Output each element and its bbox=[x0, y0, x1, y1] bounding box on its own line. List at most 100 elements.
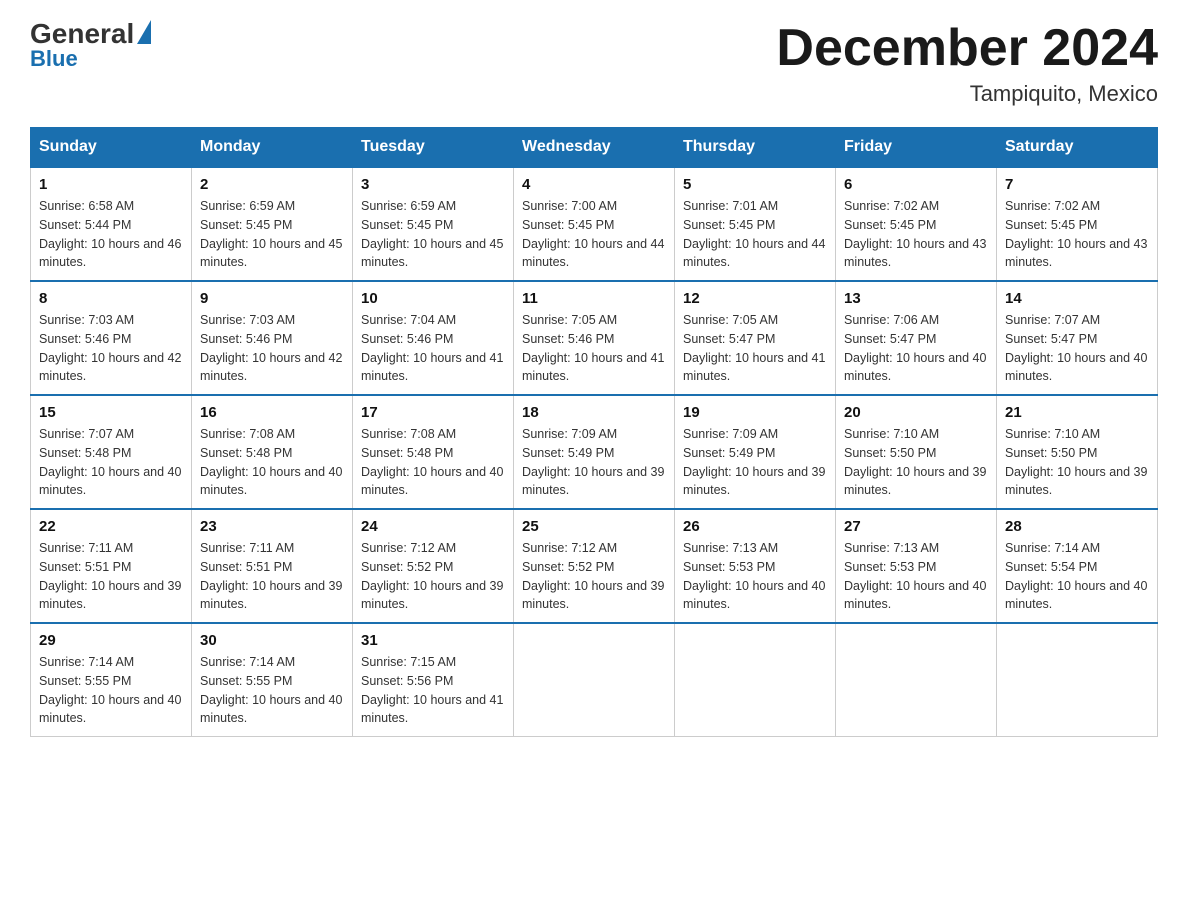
table-row: 7 Sunrise: 7:02 AM Sunset: 5:45 PM Dayli… bbox=[997, 167, 1158, 281]
day-number: 14 bbox=[1005, 290, 1149, 307]
day-number: 29 bbox=[39, 632, 183, 649]
day-number: 20 bbox=[844, 404, 988, 421]
day-info: Sunrise: 7:09 AM Sunset: 5:49 PM Dayligh… bbox=[683, 425, 827, 500]
calendar-header-row: Sunday Monday Tuesday Wednesday Thursday… bbox=[31, 128, 1158, 168]
table-row: 6 Sunrise: 7:02 AM Sunset: 5:45 PM Dayli… bbox=[836, 167, 997, 281]
day-number: 30 bbox=[200, 632, 344, 649]
day-info: Sunrise: 7:11 AM Sunset: 5:51 PM Dayligh… bbox=[39, 539, 183, 614]
day-info: Sunrise: 7:05 AM Sunset: 5:47 PM Dayligh… bbox=[683, 311, 827, 386]
day-number: 21 bbox=[1005, 404, 1149, 421]
table-row: 9 Sunrise: 7:03 AM Sunset: 5:46 PM Dayli… bbox=[192, 281, 353, 395]
table-row: 12 Sunrise: 7:05 AM Sunset: 5:47 PM Dayl… bbox=[675, 281, 836, 395]
day-number: 31 bbox=[361, 632, 505, 649]
page-header: General Blue December 2024 Tampiquito, M… bbox=[30, 20, 1158, 107]
table-row: 19 Sunrise: 7:09 AM Sunset: 5:49 PM Dayl… bbox=[675, 395, 836, 509]
day-info: Sunrise: 7:08 AM Sunset: 5:48 PM Dayligh… bbox=[200, 425, 344, 500]
day-info: Sunrise: 7:03 AM Sunset: 5:46 PM Dayligh… bbox=[39, 311, 183, 386]
day-info: Sunrise: 7:13 AM Sunset: 5:53 PM Dayligh… bbox=[844, 539, 988, 614]
month-year-title: December 2024 bbox=[776, 20, 1158, 77]
table-row bbox=[675, 623, 836, 737]
table-row: 2 Sunrise: 6:59 AM Sunset: 5:45 PM Dayli… bbox=[192, 167, 353, 281]
table-row bbox=[836, 623, 997, 737]
day-number: 15 bbox=[39, 404, 183, 421]
day-number: 7 bbox=[1005, 176, 1149, 193]
table-row: 3 Sunrise: 6:59 AM Sunset: 5:45 PM Dayli… bbox=[353, 167, 514, 281]
day-info: Sunrise: 6:58 AM Sunset: 5:44 PM Dayligh… bbox=[39, 197, 183, 272]
table-row: 30 Sunrise: 7:14 AM Sunset: 5:55 PM Dayl… bbox=[192, 623, 353, 737]
day-number: 8 bbox=[39, 290, 183, 307]
day-number: 23 bbox=[200, 518, 344, 535]
day-info: Sunrise: 7:10 AM Sunset: 5:50 PM Dayligh… bbox=[844, 425, 988, 500]
day-info: Sunrise: 7:02 AM Sunset: 5:45 PM Dayligh… bbox=[1005, 197, 1149, 272]
table-row: 23 Sunrise: 7:11 AM Sunset: 5:51 PM Dayl… bbox=[192, 509, 353, 623]
table-row: 18 Sunrise: 7:09 AM Sunset: 5:49 PM Dayl… bbox=[514, 395, 675, 509]
location-subtitle: Tampiquito, Mexico bbox=[776, 81, 1158, 107]
logo-general-text: General bbox=[30, 20, 134, 48]
day-info: Sunrise: 7:07 AM Sunset: 5:47 PM Dayligh… bbox=[1005, 311, 1149, 386]
day-info: Sunrise: 7:13 AM Sunset: 5:53 PM Dayligh… bbox=[683, 539, 827, 614]
table-row: 31 Sunrise: 7:15 AM Sunset: 5:56 PM Dayl… bbox=[353, 623, 514, 737]
table-row: 14 Sunrise: 7:07 AM Sunset: 5:47 PM Dayl… bbox=[997, 281, 1158, 395]
col-header-friday: Friday bbox=[836, 128, 997, 168]
day-info: Sunrise: 6:59 AM Sunset: 5:45 PM Dayligh… bbox=[361, 197, 505, 272]
day-number: 13 bbox=[844, 290, 988, 307]
table-row: 22 Sunrise: 7:11 AM Sunset: 5:51 PM Dayl… bbox=[31, 509, 192, 623]
calendar-week-row: 15 Sunrise: 7:07 AM Sunset: 5:48 PM Dayl… bbox=[31, 395, 1158, 509]
col-header-sunday: Sunday bbox=[31, 128, 192, 168]
logo-blue-text: Blue bbox=[30, 48, 151, 70]
day-info: Sunrise: 7:15 AM Sunset: 5:56 PM Dayligh… bbox=[361, 653, 505, 728]
day-number: 10 bbox=[361, 290, 505, 307]
day-info: Sunrise: 7:14 AM Sunset: 5:55 PM Dayligh… bbox=[39, 653, 183, 728]
day-info: Sunrise: 7:07 AM Sunset: 5:48 PM Dayligh… bbox=[39, 425, 183, 500]
day-number: 11 bbox=[522, 290, 666, 307]
day-info: Sunrise: 7:09 AM Sunset: 5:49 PM Dayligh… bbox=[522, 425, 666, 500]
table-row: 16 Sunrise: 7:08 AM Sunset: 5:48 PM Dayl… bbox=[192, 395, 353, 509]
day-number: 22 bbox=[39, 518, 183, 535]
col-header-wednesday: Wednesday bbox=[514, 128, 675, 168]
day-number: 28 bbox=[1005, 518, 1149, 535]
table-row: 15 Sunrise: 7:07 AM Sunset: 5:48 PM Dayl… bbox=[31, 395, 192, 509]
day-number: 16 bbox=[200, 404, 344, 421]
col-header-tuesday: Tuesday bbox=[353, 128, 514, 168]
day-info: Sunrise: 7:00 AM Sunset: 5:45 PM Dayligh… bbox=[522, 197, 666, 272]
day-info: Sunrise: 7:06 AM Sunset: 5:47 PM Dayligh… bbox=[844, 311, 988, 386]
day-info: Sunrise: 7:11 AM Sunset: 5:51 PM Dayligh… bbox=[200, 539, 344, 614]
day-info: Sunrise: 7:05 AM Sunset: 5:46 PM Dayligh… bbox=[522, 311, 666, 386]
day-number: 6 bbox=[844, 176, 988, 193]
col-header-thursday: Thursday bbox=[675, 128, 836, 168]
day-number: 9 bbox=[200, 290, 344, 307]
day-number: 24 bbox=[361, 518, 505, 535]
table-row: 29 Sunrise: 7:14 AM Sunset: 5:55 PM Dayl… bbox=[31, 623, 192, 737]
table-row bbox=[514, 623, 675, 737]
table-row bbox=[997, 623, 1158, 737]
table-row: 5 Sunrise: 7:01 AM Sunset: 5:45 PM Dayli… bbox=[675, 167, 836, 281]
day-number: 27 bbox=[844, 518, 988, 535]
table-row: 4 Sunrise: 7:00 AM Sunset: 5:45 PM Dayli… bbox=[514, 167, 675, 281]
day-info: Sunrise: 6:59 AM Sunset: 5:45 PM Dayligh… bbox=[200, 197, 344, 272]
table-row: 28 Sunrise: 7:14 AM Sunset: 5:54 PM Dayl… bbox=[997, 509, 1158, 623]
table-row: 13 Sunrise: 7:06 AM Sunset: 5:47 PM Dayl… bbox=[836, 281, 997, 395]
day-number: 18 bbox=[522, 404, 666, 421]
day-info: Sunrise: 7:12 AM Sunset: 5:52 PM Dayligh… bbox=[522, 539, 666, 614]
day-number: 25 bbox=[522, 518, 666, 535]
day-number: 26 bbox=[683, 518, 827, 535]
day-number: 12 bbox=[683, 290, 827, 307]
table-row: 8 Sunrise: 7:03 AM Sunset: 5:46 PM Dayli… bbox=[31, 281, 192, 395]
day-info: Sunrise: 7:04 AM Sunset: 5:46 PM Dayligh… bbox=[361, 311, 505, 386]
table-row: 20 Sunrise: 7:10 AM Sunset: 5:50 PM Dayl… bbox=[836, 395, 997, 509]
day-info: Sunrise: 7:01 AM Sunset: 5:45 PM Dayligh… bbox=[683, 197, 827, 272]
table-row: 17 Sunrise: 7:08 AM Sunset: 5:48 PM Dayl… bbox=[353, 395, 514, 509]
day-info: Sunrise: 7:02 AM Sunset: 5:45 PM Dayligh… bbox=[844, 197, 988, 272]
day-info: Sunrise: 7:14 AM Sunset: 5:54 PM Dayligh… bbox=[1005, 539, 1149, 614]
table-row: 10 Sunrise: 7:04 AM Sunset: 5:46 PM Dayl… bbox=[353, 281, 514, 395]
calendar-week-row: 8 Sunrise: 7:03 AM Sunset: 5:46 PM Dayli… bbox=[31, 281, 1158, 395]
col-header-monday: Monday bbox=[192, 128, 353, 168]
title-block: December 2024 Tampiquito, Mexico bbox=[776, 20, 1158, 107]
calendar-week-row: 1 Sunrise: 6:58 AM Sunset: 5:44 PM Dayli… bbox=[31, 167, 1158, 281]
day-info: Sunrise: 7:03 AM Sunset: 5:46 PM Dayligh… bbox=[200, 311, 344, 386]
table-row: 1 Sunrise: 6:58 AM Sunset: 5:44 PM Dayli… bbox=[31, 167, 192, 281]
day-number: 19 bbox=[683, 404, 827, 421]
table-row: 25 Sunrise: 7:12 AM Sunset: 5:52 PM Dayl… bbox=[514, 509, 675, 623]
day-number: 3 bbox=[361, 176, 505, 193]
table-row: 24 Sunrise: 7:12 AM Sunset: 5:52 PM Dayl… bbox=[353, 509, 514, 623]
